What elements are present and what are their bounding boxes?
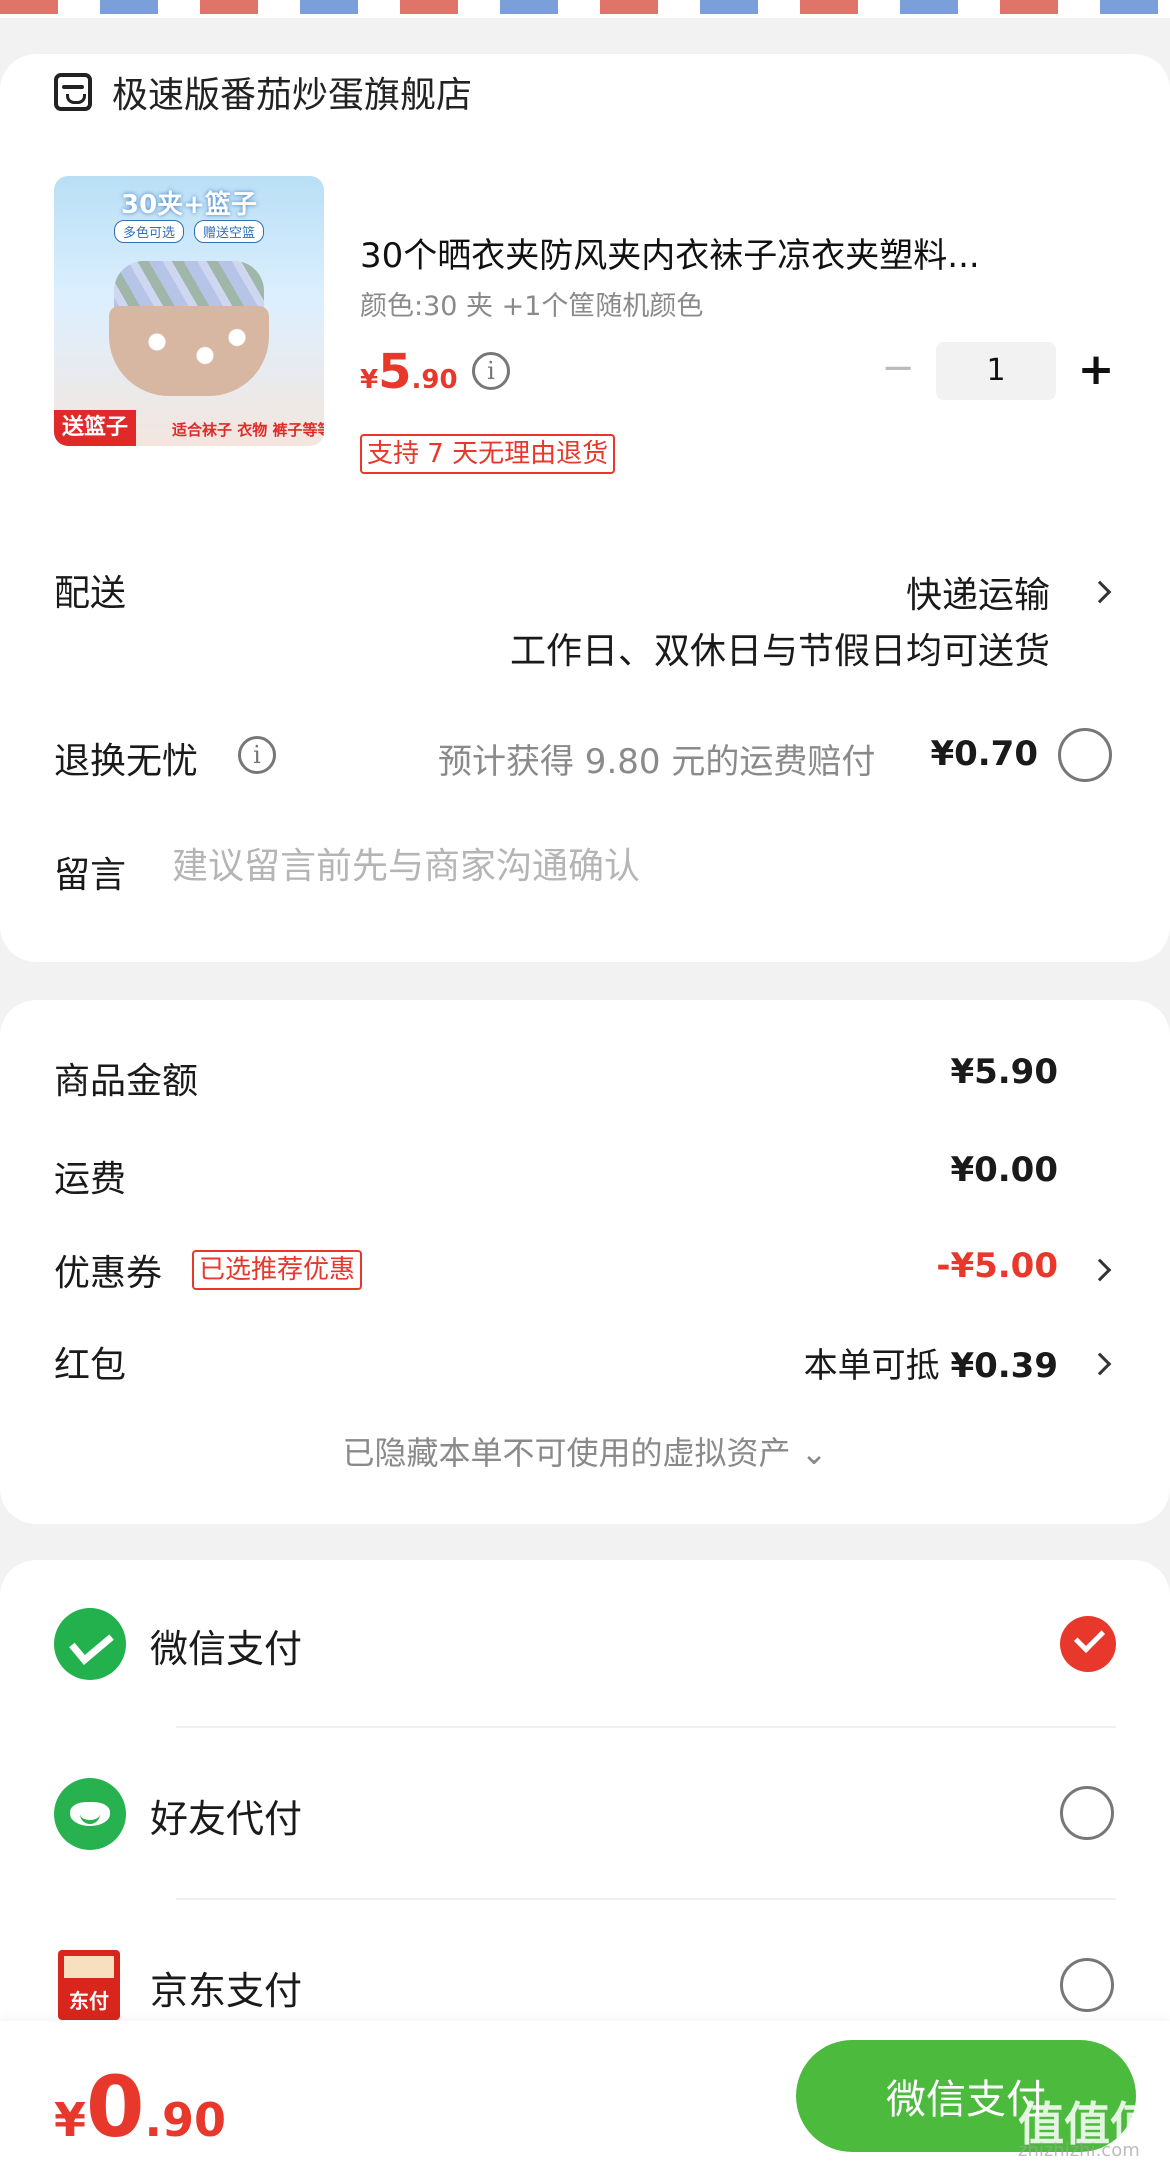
total-decimal: .90 [144, 2093, 226, 2147]
usage-label: 适合袜子 衣物 裤子等等 [172, 421, 324, 439]
total-currency: ¥ [54, 2093, 87, 2147]
total-integer: 0 [86, 2058, 145, 2156]
quantity-increase-button[interactable]: + [1076, 348, 1116, 392]
divider [176, 1898, 1116, 1900]
basket-graphic [109, 306, 269, 396]
jd-pay-icon: 东付 [58, 1950, 120, 2020]
payment-radio[interactable] [1060, 1958, 1114, 2012]
shipping-value: ¥0.00 [950, 1150, 1058, 1190]
return-policy-badge: 支持 7 天无理由退货 [360, 434, 616, 474]
product-image-tag: 赠送空篮 [194, 220, 265, 243]
jd-pay-icon-text: 东付 [69, 1989, 109, 2013]
total-amount: ¥0.90 [54, 2058, 226, 2156]
red-packet-amount: ¥0.39 [950, 1346, 1058, 1386]
payment-method-label[interactable]: 京东支付 [150, 1960, 302, 2015]
red-packet-label: 红包 [54, 1345, 127, 1386]
return-insurance-text: 预计获得 9.80 元的运费赔付 [438, 742, 876, 782]
message-label: 留言 [54, 855, 127, 896]
product-image-tags: 多色可选 赠送空篮 [54, 220, 324, 243]
payment-radio-selected[interactable] [1060, 1616, 1116, 1672]
watermark-url: zhizhizhi.com [1018, 2140, 1140, 2161]
airmail-border [0, 0, 1170, 18]
jd-pay-icon-top [64, 1956, 114, 1978]
goods-amount-value: ¥5.90 [950, 1052, 1058, 1092]
info-icon[interactable]: i [238, 736, 276, 774]
product-image-headline: 30夹+篮子 [121, 190, 257, 220]
price-currency: ¥ [360, 365, 379, 395]
delivery-method[interactable]: 快递运输 [906, 566, 1050, 618]
red-packet-prefix: 本单可抵 [803, 1346, 940, 1386]
friend-pay-icon [54, 1778, 126, 1850]
wechat-pay-icon [54, 1608, 126, 1680]
product-title[interactable]: 30个晒衣夹防风夹内衣袜子凉衣夹塑料... [360, 228, 1095, 277]
product-price: ¥5.90 [360, 344, 458, 400]
price-info-icon[interactable]: i [472, 352, 510, 390]
shop-name: 极速版番茄炒蛋旗舰店 [112, 75, 473, 116]
product-image[interactable]: 30夹+篮子 多色可选 赠送空篮 送篮子 适合袜子 衣物 裤子等等 [54, 176, 324, 446]
product-spec[interactable]: 颜色:30 夹 +1个筐随机颜色 [360, 284, 703, 323]
delivery-label: 配送 [54, 573, 127, 614]
payment-radio[interactable] [1060, 1786, 1114, 1840]
payment-method-label[interactable]: 好友代付 [150, 1788, 302, 1843]
shipping-label: 运费 [54, 1159, 127, 1200]
price-decimal: .90 [411, 365, 458, 395]
coupon-value[interactable]: -¥5.00 [936, 1246, 1058, 1286]
return-insurance-label: 退换无忧 [54, 741, 199, 782]
payment-method-label[interactable]: 微信支付 [150, 1618, 302, 1673]
shop-header[interactable]: 极速版番茄炒蛋旗舰店 [54, 66, 472, 118]
hidden-assets-toggle[interactable]: 已隐藏本单不可使用的虚拟资产 ⌄ [0, 1428, 1170, 1474]
message-input[interactable] [172, 840, 1032, 892]
return-insurance-price: ¥0.70 [930, 734, 1038, 774]
red-packet-value[interactable]: 本单可抵 ¥0.39 [804, 1338, 1058, 1387]
divider [176, 1726, 1116, 1728]
coupon-tag: 已选推荐优惠 [192, 1250, 363, 1290]
quantity-decrease-button[interactable]: − [880, 348, 916, 388]
product-image-tag: 多色可选 [113, 220, 184, 243]
gift-basket-label: 送篮子 [54, 410, 137, 446]
delivery-note: 工作日、双休日与节假日均可送货 [509, 631, 1050, 672]
goods-amount-label: 商品金额 [54, 1061, 199, 1102]
return-insurance-radio[interactable] [1058, 728, 1112, 782]
quantity-field[interactable]: 1 [936, 342, 1056, 400]
price-integer: 5 [378, 344, 412, 400]
coupon-label: 优惠券 [54, 1253, 163, 1294]
shop-icon [54, 73, 92, 111]
